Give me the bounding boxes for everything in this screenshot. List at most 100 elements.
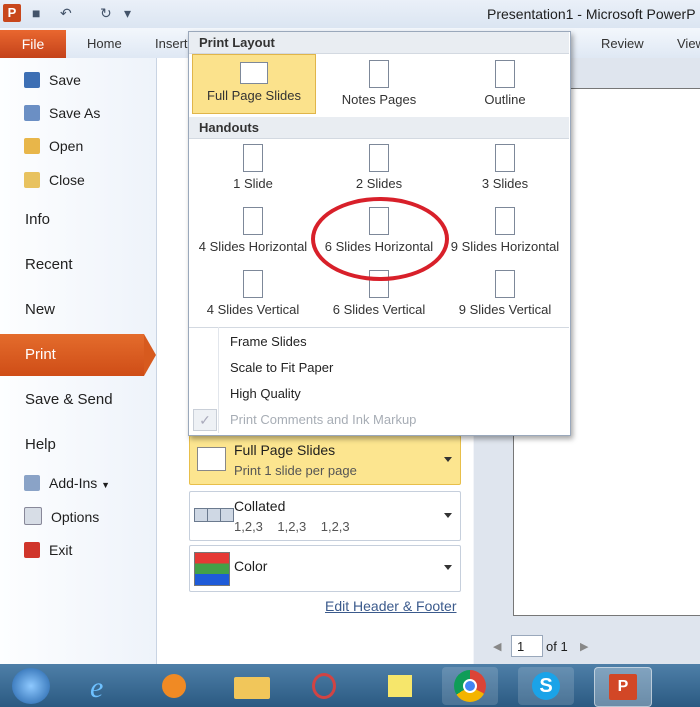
open-folder-icon <box>24 138 40 154</box>
checkmark-icon: ✓ <box>193 409 217 431</box>
chevron-down-icon <box>444 565 452 570</box>
chrome-icon[interactable] <box>442 667 498 705</box>
tab-review[interactable]: Review <box>601 36 644 51</box>
media-player-icon[interactable] <box>146 667 202 705</box>
add-ins-icon <box>24 475 40 491</box>
start-button-icon[interactable] <box>12 668 50 704</box>
nav-save-send[interactable]: Save & Send <box>25 391 113 408</box>
red-highlight-circle <box>311 197 449 281</box>
nav-recent[interactable]: Recent <box>25 256 73 273</box>
powerpoint-app-icon[interactable]: P <box>3 4 21 22</box>
nav-save-label: Save <box>49 72 81 88</box>
nav-exit[interactable]: Exit <box>24 539 72 561</box>
handout-9-vertical[interactable]: 9 Slides Vertical <box>442 270 568 330</box>
layout-outline-label: Outline <box>484 92 526 107</box>
tab-file[interactable]: File <box>0 30 66 58</box>
nav-add-ins[interactable]: Add-Ins ▼ <box>24 472 110 494</box>
handout-3-slides[interactable]: 3 Slides <box>442 144 568 204</box>
handout-6v-label: 6 Slides Vertical <box>332 302 426 317</box>
color-swatch-icon <box>194 552 230 586</box>
handout-2-slides[interactable]: 2 Slides <box>316 144 442 204</box>
chevron-down-icon <box>444 457 452 462</box>
outline-page-icon <box>495 60 515 88</box>
handout-4h-label: 4 Slides Horizontal <box>198 239 308 254</box>
powerpoint-taskbar-icon[interactable]: P <box>594 667 652 707</box>
handout-4v-icon <box>243 270 263 298</box>
option-high-quality[interactable]: High Quality <box>230 386 301 401</box>
layout-select-title: Full Page Slides <box>234 442 336 458</box>
nav-close[interactable]: Close <box>24 169 85 191</box>
handout-1-label: 1 Slide <box>233 176 273 191</box>
layout-notes-pages[interactable]: Notes Pages <box>316 60 442 120</box>
tab-insert[interactable]: Insert <box>155 36 188 51</box>
nav-add-ins-label: Add-Ins <box>49 475 98 491</box>
handout-9h-icon <box>495 207 515 235</box>
full-page-slide-icon <box>197 447 226 471</box>
handout-3-label: 3 Slides <box>481 176 529 191</box>
nav-print-pointer <box>144 334 156 376</box>
handout-9v-label: 9 Slides Vertical <box>458 302 552 317</box>
nav-open[interactable]: Open <box>24 135 83 157</box>
tab-view[interactable]: View <box>677 36 700 51</box>
internet-explorer-icon[interactable]: e <box>78 667 134 705</box>
handout-2-icon <box>369 144 389 172</box>
layout-select[interactable]: Full Page Slides Print 1 slide per page <box>189 435 461 485</box>
layout-full-page-slides[interactable]: Full Page Slides <box>191 62 317 122</box>
nav-close-label: Close <box>49 172 85 188</box>
sticky-notes-icon[interactable] <box>372 667 428 705</box>
option-print-comments: Print Comments and Ink Markup <box>230 412 417 427</box>
skype-icon[interactable]: S <box>518 667 574 705</box>
customize-qat-icon[interactable]: ▾ <box>124 5 131 22</box>
options-divider <box>189 327 569 328</box>
collation-select[interactable]: Collated 1,2,3 1,2,3 1,2,3 <box>189 491 461 541</box>
chevron-down-icon <box>444 513 452 518</box>
nav-save[interactable]: Save <box>24 69 81 91</box>
layout-notes-label: Notes Pages <box>341 92 417 107</box>
nav-save-as-label: Save As <box>49 105 101 121</box>
save-icon[interactable]: ■ <box>32 5 40 21</box>
file-explorer-icon[interactable] <box>224 667 280 705</box>
handout-4-vertical[interactable]: 4 Slides Vertical <box>190 270 316 330</box>
next-page-icon[interactable]: ▶ <box>580 640 588 653</box>
save-icon <box>24 72 40 88</box>
nav-options[interactable]: Options <box>24 506 99 528</box>
handout-9v-icon <box>495 270 515 298</box>
edit-header-footer-link[interactable]: Edit Header & Footer <box>325 598 457 614</box>
options-gutter <box>218 327 219 433</box>
layout-select-subtitle: Print 1 slide per page <box>234 463 357 478</box>
snipping-tool-icon[interactable] <box>296 667 352 705</box>
options-icon <box>24 507 42 525</box>
exit-icon <box>24 542 40 558</box>
nav-help[interactable]: Help <box>25 436 56 453</box>
layout-outline[interactable]: Outline <box>442 60 568 120</box>
collated-pages-icon <box>194 506 234 522</box>
nav-print[interactable]: Print <box>0 334 144 376</box>
chevron-down-icon: ▼ <box>101 480 111 490</box>
window-title: Presentation1 - Microsoft PowerP <box>487 6 696 22</box>
collation-select-title: Collated <box>234 498 286 514</box>
handout-1-slide[interactable]: 1 Slide <box>190 144 316 204</box>
handout-9h-label: 9 Slides Horizontal <box>450 239 560 254</box>
nav-save-as[interactable]: Save As <box>24 102 100 124</box>
color-select[interactable]: Color <box>189 545 461 592</box>
page-count: of 1 <box>546 639 568 654</box>
handout-4-horizontal[interactable]: 4 Slides Horizontal <box>190 207 316 267</box>
redo-icon[interactable]: ↻ <box>100 5 112 22</box>
notes-page-icon <box>369 60 389 88</box>
handout-4h-icon <box>243 207 263 235</box>
print-layout-header: Print Layout <box>189 32 569 54</box>
handout-9-horizontal[interactable]: 9 Slides Horizontal <box>442 207 568 267</box>
previous-page-icon[interactable]: ◀ <box>493 640 501 653</box>
tab-home[interactable]: Home <box>87 36 122 51</box>
option-scale-to-fit[interactable]: Scale to Fit Paper <box>230 360 333 375</box>
nav-options-label: Options <box>51 509 100 525</box>
nav-open-label: Open <box>49 138 84 154</box>
option-frame-slides[interactable]: Frame Slides <box>230 334 307 349</box>
undo-icon[interactable]: ↶ <box>60 5 72 22</box>
page-number-input[interactable]: 1 <box>511 635 543 657</box>
nav-info[interactable]: Info <box>25 211 50 228</box>
color-select-title: Color <box>234 558 268 574</box>
handout-1-icon <box>243 144 263 172</box>
layout-full-page-label: Full Page Slides <box>207 88 301 103</box>
nav-new[interactable]: New <box>25 301 55 318</box>
